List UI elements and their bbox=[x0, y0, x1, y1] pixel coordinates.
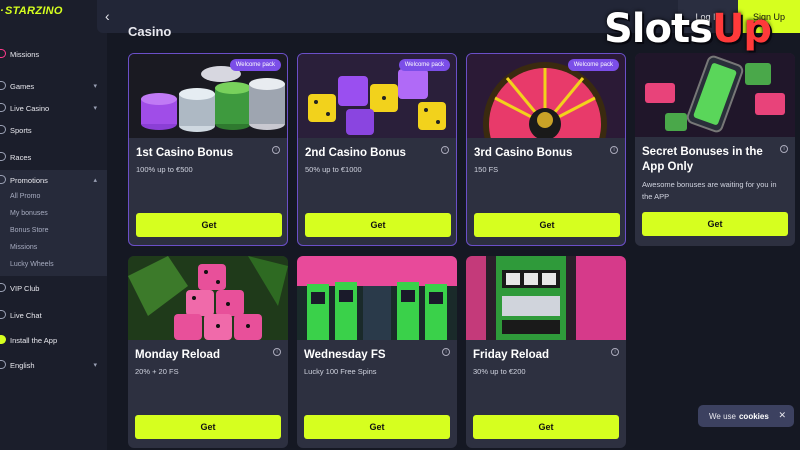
card-description: 30% up to €200 bbox=[473, 367, 526, 376]
info-icon[interactable]: i bbox=[442, 348, 450, 356]
sidebar-item-language[interactable]: English ▾ bbox=[0, 355, 107, 375]
card-description: Lucky 100 Free Spins bbox=[304, 367, 377, 376]
card-image-pink-dice bbox=[128, 256, 288, 340]
cookies-link[interactable]: cookies bbox=[739, 412, 769, 421]
top-bar-background bbox=[97, 0, 687, 33]
get-button[interactable]: Get bbox=[136, 213, 282, 237]
info-icon[interactable]: i bbox=[272, 146, 280, 154]
promotions-icon bbox=[0, 175, 6, 184]
get-button[interactable]: Get bbox=[474, 213, 620, 237]
card-title: 3rd Casino Bonus bbox=[474, 147, 573, 159]
install-icon bbox=[0, 335, 6, 344]
card-image-slot-machines bbox=[297, 256, 457, 340]
brand-logo[interactable]: · STARZINO bbox=[0, 0, 63, 22]
races-icon bbox=[0, 152, 6, 161]
live-casino-icon bbox=[0, 103, 6, 112]
get-button[interactable]: Get bbox=[135, 415, 281, 439]
get-button[interactable]: Get bbox=[642, 212, 788, 236]
card-description: Awesome bonuses are waiting for you in t… bbox=[642, 180, 777, 201]
sidebar-item-sports[interactable]: Sports bbox=[0, 120, 107, 140]
back-button[interactable]: ‹ bbox=[105, 8, 110, 24]
get-button[interactable]: Get bbox=[473, 415, 619, 439]
sidebar-item-label: Live Chat bbox=[10, 310, 42, 320]
welcome-pack-badge: Welcome pack bbox=[398, 59, 450, 71]
card-description: 50% up to €1000 bbox=[305, 165, 362, 174]
card-image-slot-machine bbox=[466, 256, 626, 340]
sidebar-item-missions[interactable]: Missions bbox=[0, 44, 107, 64]
chat-icon bbox=[0, 310, 6, 319]
promo-card[interactable]: Welcome pack 3rd Casino Bonus i 150 FS G… bbox=[466, 53, 626, 246]
info-icon[interactable]: i bbox=[780, 145, 788, 153]
close-icon[interactable]: ✕ bbox=[778, 410, 786, 421]
chevron-down-icon: ▾ bbox=[93, 362, 97, 369]
watermark-text: SlotsUp bbox=[604, 6, 772, 52]
sidebar-item-label: Games bbox=[10, 81, 35, 91]
chevron-up-icon: ▴ bbox=[93, 177, 97, 184]
card-description: 100% up to €500 bbox=[136, 165, 193, 174]
card-title: Secret Bonuses in the App Only bbox=[642, 146, 763, 173]
vip-icon bbox=[0, 283, 6, 292]
card-title: 1st Casino Bonus bbox=[136, 147, 234, 159]
sidebar-item-live-casino[interactable]: Live Casino ▾ bbox=[0, 98, 107, 118]
sidebar-item-vip-club[interactable]: VIP Club bbox=[0, 278, 107, 298]
sidebar-item-label: Live Casino bbox=[10, 103, 50, 113]
section-title: Casino bbox=[128, 24, 172, 39]
sidebar-item-label: Missions bbox=[10, 49, 40, 59]
sidebar-item-races[interactable]: Races bbox=[0, 147, 107, 167]
sidebar-item-promotions[interactable]: Promotions ▴ bbox=[0, 170, 107, 190]
promo-card[interactable]: Monday Reload i 20% + 20 FS Get bbox=[128, 256, 288, 448]
submenu-item-lucky-wheels[interactable]: Lucky Wheels bbox=[10, 261, 54, 268]
sidebar-item-label: Install the App bbox=[10, 335, 58, 345]
sidebar-item-label: VIP Club bbox=[10, 283, 40, 293]
games-icon bbox=[0, 81, 6, 90]
info-icon[interactable]: i bbox=[611, 348, 619, 356]
info-icon[interactable]: i bbox=[610, 146, 618, 154]
sidebar-item-live-chat[interactable]: Live Chat bbox=[0, 305, 107, 325]
cookies-banner[interactable]: We use cookies ✕ bbox=[698, 405, 794, 427]
card-description: 20% + 20 FS bbox=[135, 367, 179, 376]
sidebar-item-install-app[interactable]: Install the App bbox=[0, 330, 107, 350]
sports-icon bbox=[0, 125, 6, 134]
submenu-item-my-bonuses[interactable]: My bonuses bbox=[10, 210, 48, 217]
promo-card[interactable]: Secret Bonuses in the App Only i Awesome… bbox=[635, 53, 795, 246]
get-button[interactable]: Get bbox=[305, 213, 451, 237]
cookies-text: We use bbox=[709, 411, 736, 421]
globe-icon bbox=[0, 360, 6, 369]
sidebar-item-games[interactable]: Games ▾ bbox=[0, 76, 107, 96]
submenu-item-bonus-store[interactable]: Bonus Store bbox=[10, 227, 49, 234]
get-button[interactable]: Get bbox=[304, 415, 450, 439]
submenu-item-missions[interactable]: Missions bbox=[10, 244, 37, 251]
card-title: Monday Reload bbox=[135, 349, 220, 361]
promo-card[interactable]: Wednesday FS i Lucky 100 Free Spins Get bbox=[297, 256, 457, 448]
promo-card[interactable]: Welcome pack 1st Casino Bonus i 100% up … bbox=[128, 53, 288, 246]
sidebar-item-label: Races bbox=[10, 152, 32, 162]
sidebar-item-label: Promotions bbox=[10, 175, 48, 185]
card-description: 150 FS bbox=[474, 165, 499, 174]
promo-card[interactable]: Welcome pack 2nd Casino Bonus i 50% up t… bbox=[297, 53, 457, 246]
slotsup-watermark: SlotsUp bbox=[604, 6, 789, 66]
info-icon[interactable]: i bbox=[441, 146, 449, 154]
info-icon[interactable]: i bbox=[273, 348, 281, 356]
chevron-down-icon: ▾ bbox=[93, 83, 97, 90]
promo-card[interactable]: Friday Reload i 30% up to €200 Get bbox=[466, 256, 626, 448]
welcome-pack-badge: Welcome pack bbox=[229, 59, 281, 71]
card-title: Friday Reload bbox=[473, 349, 550, 361]
sidebar-item-label: Sports bbox=[10, 125, 32, 135]
sidebar: · STARZINO Missions Games ▾ Live Casino ▾ S… bbox=[0, 0, 107, 450]
missions-icon bbox=[0, 49, 6, 58]
sidebar-item-label: English bbox=[10, 360, 35, 370]
chevron-down-icon: ▾ bbox=[93, 105, 97, 112]
card-title: Wednesday FS bbox=[304, 349, 386, 361]
submenu-item-all-promo[interactable]: All Promo bbox=[10, 193, 40, 200]
card-title: 2nd Casino Bonus bbox=[305, 147, 406, 159]
